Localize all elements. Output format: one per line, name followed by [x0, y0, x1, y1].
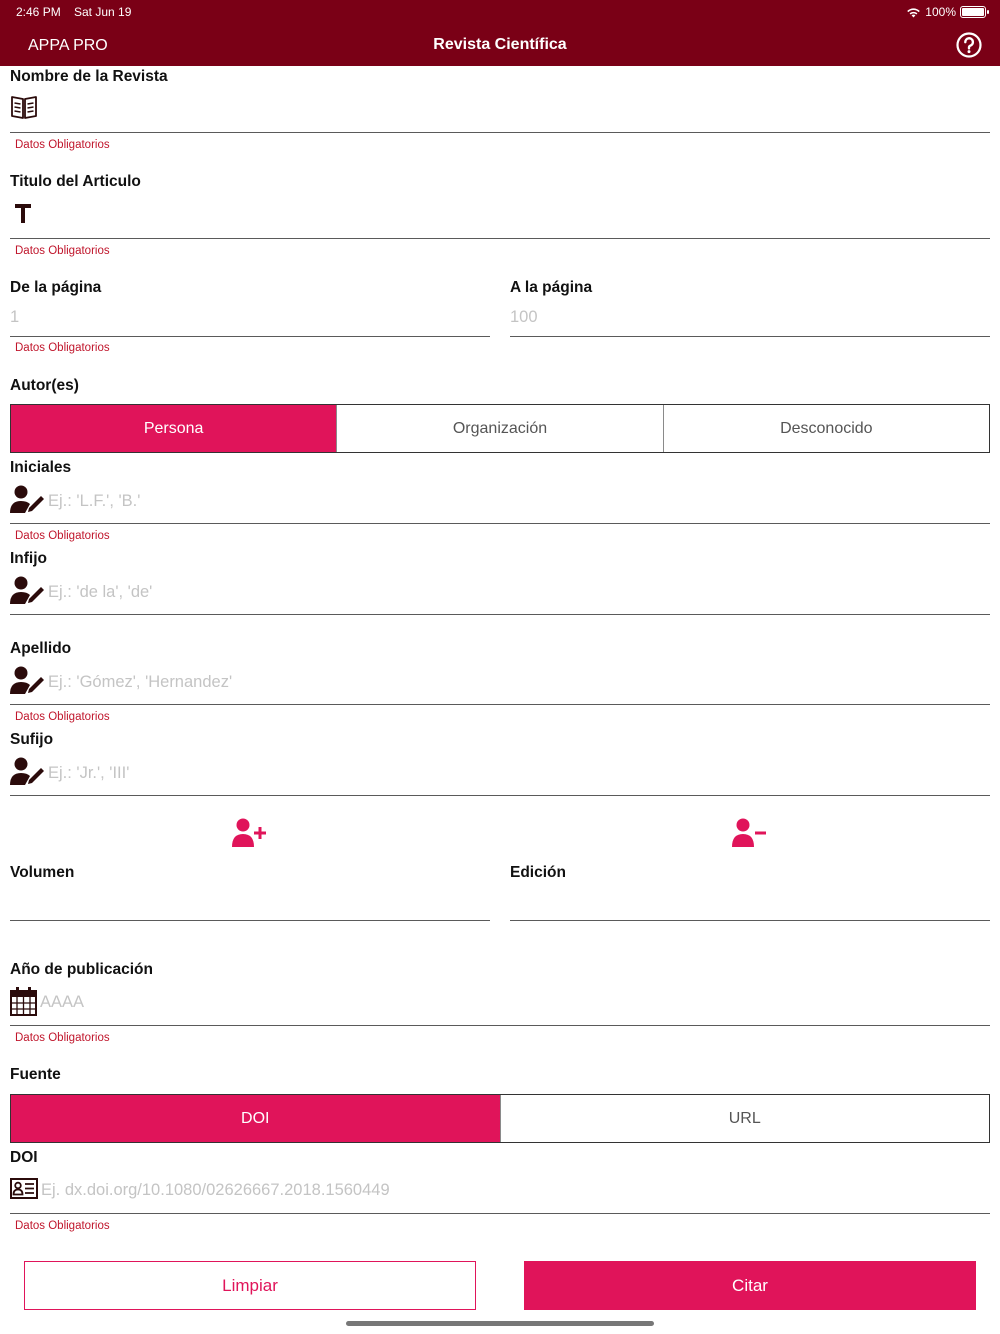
source-label: Fuente	[10, 1066, 61, 1083]
volume-input[interactable]	[10, 920, 490, 921]
required-hint: Datos Obligatorios	[15, 139, 110, 151]
status-time: 2:46 PM	[16, 5, 61, 19]
edition-input[interactable]	[510, 920, 990, 921]
journal-name-input[interactable]	[10, 132, 990, 133]
user-edit-icon	[10, 666, 44, 694]
volume-label: Volumen	[10, 864, 75, 881]
user-plus-icon[interactable]	[232, 818, 268, 848]
page-from-label: De la página	[10, 279, 102, 296]
user-edit-icon	[10, 485, 44, 513]
battery-icon	[960, 6, 989, 18]
doi-input[interactable]: Ej. dx.doi.org/10.1080/02626667.2018.156…	[41, 1181, 390, 1200]
user-edit-icon	[10, 576, 44, 604]
battery-percent: 100%	[925, 5, 956, 19]
calendar-icon	[10, 987, 37, 1016]
required-hint: Datos Obligatorios	[15, 1032, 110, 1044]
initials-input[interactable]: Ej.: 'L.F.', 'B.'	[48, 492, 140, 511]
edition-label: Edición	[510, 864, 566, 881]
required-hint: Datos Obligatorios	[15, 530, 110, 542]
authors-label: Autor(es)	[10, 377, 79, 394]
initials-underline	[10, 523, 990, 524]
question-circle-icon[interactable]	[956, 32, 982, 58]
required-hint: Datos Obligatorios	[15, 342, 110, 354]
article-title-input[interactable]	[10, 238, 990, 239]
infix-input[interactable]: Ej.: 'de la', 'de'	[48, 583, 152, 602]
page-to-input[interactable]: 100	[510, 308, 538, 327]
source-type-url[interactable]: URL	[500, 1095, 989, 1142]
user-minus-icon[interactable]	[732, 818, 768, 848]
page-to-label: A la página	[510, 279, 593, 296]
id-card-icon	[10, 1178, 38, 1199]
cite-button[interactable]: Citar	[524, 1261, 976, 1310]
journal-name-label: Nombre de la Revista	[10, 68, 168, 85]
status-date: Sat Jun 19	[74, 5, 132, 19]
author-type-desconocido[interactable]: Desconocido	[663, 405, 989, 452]
required-hint: Datos Obligatorios	[15, 711, 110, 723]
year-underline	[10, 1025, 990, 1026]
year-label: Año de publicación	[10, 961, 153, 978]
author-type-persona[interactable]: Persona	[11, 405, 338, 452]
text-t-icon	[15, 204, 31, 223]
surname-label: Apellido	[10, 640, 72, 657]
article-title-label: Titulo del Articulo	[10, 173, 141, 190]
suffix-label: Sufijo	[10, 731, 54, 748]
surname-underline	[10, 704, 990, 705]
page-to-underline	[510, 336, 990, 337]
infix-label: Infijo	[10, 550, 48, 567]
suffix-input[interactable]: Ej.: 'Jr.', 'III'	[48, 764, 129, 783]
suffix-underline	[10, 795, 990, 796]
initials-label: Iniciales	[10, 459, 72, 476]
year-input[interactable]: AAAA	[40, 993, 84, 1012]
navigation-bar: 2:46 PM Sat Jun 19 100% APPA PRO Revista…	[0, 0, 1000, 66]
source-type-doi[interactable]: DOI	[11, 1095, 501, 1142]
page-from-input[interactable]: 1	[10, 308, 19, 327]
wifi-icon	[907, 7, 921, 17]
infix-underline	[10, 614, 990, 615]
source-type-segmented-control: DOI URL	[10, 1094, 990, 1143]
doi-underline	[10, 1213, 990, 1214]
author-type-segmented-control: Persona Organización Desconocido	[10, 404, 990, 453]
clear-button[interactable]: Limpiar	[24, 1261, 476, 1310]
status-indicators: 100%	[906, 5, 989, 19]
required-hint: Datos Obligatorios	[15, 245, 110, 257]
page-from-underline	[10, 336, 490, 337]
page-title: Revista Científica	[433, 36, 567, 53]
author-type-organizacion[interactable]: Organización	[337, 405, 664, 452]
home-indicator[interactable]	[346, 1321, 654, 1326]
book-icon	[11, 96, 37, 119]
user-edit-icon	[10, 757, 44, 785]
doi-label: DOI	[10, 1149, 38, 1166]
required-hint: Datos Obligatorios	[15, 1220, 110, 1232]
surname-input[interactable]: Ej.: 'Gómez', 'Hernandez'	[48, 673, 232, 692]
